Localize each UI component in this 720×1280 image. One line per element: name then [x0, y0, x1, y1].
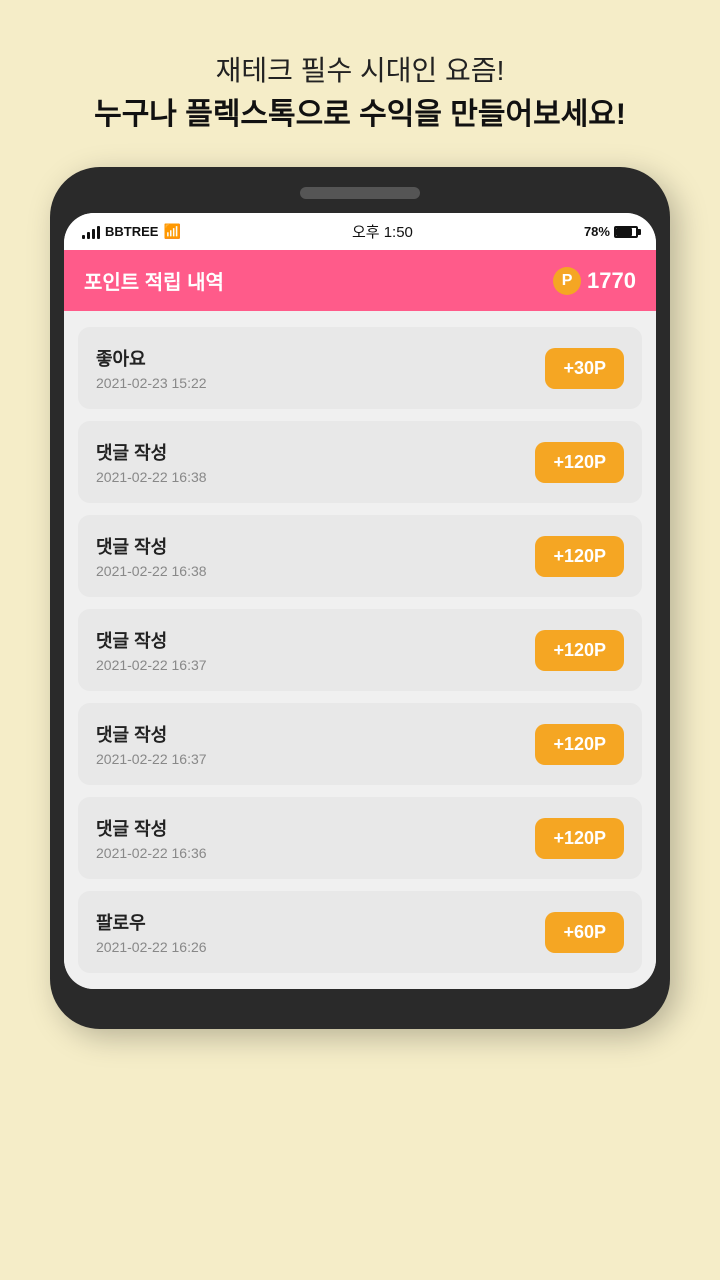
- history-item-info: 댓글 작성 2021-02-22 16:36: [96, 815, 207, 861]
- history-item-title: 댓글 작성: [96, 439, 207, 465]
- signal-icon: [82, 225, 100, 239]
- points-badge: +120P: [535, 724, 624, 765]
- history-item-title: 댓글 작성: [96, 721, 207, 747]
- points-badge: +60P: [545, 912, 624, 953]
- app-header: 포인트 적립 내역 P 1770: [64, 250, 656, 311]
- points-badge: +120P: [535, 442, 624, 483]
- phone-notch: [300, 187, 420, 199]
- points-display: P 1770: [553, 267, 636, 295]
- app-header-title: 포인트 적립 내역: [84, 266, 224, 295]
- history-item-date: 2021-02-23 15:22: [96, 375, 207, 391]
- headline: 재테크 필수 시대인 요즘! 누구나 플렉스톡으로 수익을 만들어보세요!: [54, 0, 666, 167]
- history-item-date: 2021-02-22 16:38: [96, 469, 207, 485]
- points-value: 1770: [587, 268, 636, 294]
- battery-fill: [616, 228, 632, 236]
- points-badge: +120P: [535, 630, 624, 671]
- history-item-date: 2021-02-22 16:37: [96, 751, 207, 767]
- history-item-title: 댓글 작성: [96, 627, 207, 653]
- history-item-info: 댓글 작성 2021-02-22 16:38: [96, 533, 207, 579]
- battery-percent: 78%: [584, 224, 610, 239]
- history-item: 댓글 작성 2021-02-22 16:37 +120P: [78, 609, 642, 691]
- points-badge: +120P: [535, 536, 624, 577]
- history-item-info: 댓글 작성 2021-02-22 16:37: [96, 627, 207, 673]
- headline-line2: 누구나 플렉스톡으로 수익을 만들어보세요!: [94, 92, 626, 137]
- history-item-date: 2021-02-22 16:37: [96, 657, 207, 673]
- status-left: BBTREE 📶: [82, 223, 181, 240]
- history-item: 댓글 작성 2021-02-22 16:37 +120P: [78, 703, 642, 785]
- wifi-icon: 📶: [163, 223, 180, 240]
- history-item-title: 좋아요: [96, 345, 207, 371]
- history-item-info: 댓글 작성 2021-02-22 16:37: [96, 721, 207, 767]
- history-item: 팔로우 2021-02-22 16:26 +60P: [78, 891, 642, 973]
- history-item: 좋아요 2021-02-23 15:22 +30P: [78, 327, 642, 409]
- headline-line1: 재테크 필수 시대인 요즘!: [94, 50, 626, 92]
- history-item-title: 댓글 작성: [96, 815, 207, 841]
- history-item: 댓글 작성 2021-02-22 16:36 +120P: [78, 797, 642, 879]
- history-item-info: 팔로우 2021-02-22 16:26: [96, 909, 207, 955]
- history-item-date: 2021-02-22 16:26: [96, 939, 207, 955]
- history-item-info: 좋아요 2021-02-23 15:22: [96, 345, 207, 391]
- content-area: 좋아요 2021-02-23 15:22 +30P 댓글 작성 2021-02-…: [64, 311, 656, 989]
- points-badge: +30P: [545, 348, 624, 389]
- history-item-info: 댓글 작성 2021-02-22 16:38: [96, 439, 207, 485]
- battery-icon: [614, 226, 638, 238]
- phone-screen: BBTREE 📶 오후 1:50 78% 포인트 적립 내역 P 1770 좋아…: [64, 213, 656, 989]
- history-item: 댓글 작성 2021-02-22 16:38 +120P: [78, 515, 642, 597]
- history-item: 댓글 작성 2021-02-22 16:38 +120P: [78, 421, 642, 503]
- history-item-title: 팔로우: [96, 909, 207, 935]
- history-item-title: 댓글 작성: [96, 533, 207, 559]
- time-label: 오후 1:50: [352, 221, 413, 242]
- history-item-date: 2021-02-22 16:36: [96, 845, 207, 861]
- status-right: 78%: [584, 224, 638, 239]
- carrier-label: BBTREE: [105, 224, 158, 239]
- status-bar: BBTREE 📶 오후 1:50 78%: [64, 213, 656, 250]
- points-badge: +120P: [535, 818, 624, 859]
- history-item-date: 2021-02-22 16:38: [96, 563, 207, 579]
- phone-mockup: BBTREE 📶 오후 1:50 78% 포인트 적립 내역 P 1770 좋아…: [50, 167, 670, 1029]
- points-icon: P: [553, 267, 581, 295]
